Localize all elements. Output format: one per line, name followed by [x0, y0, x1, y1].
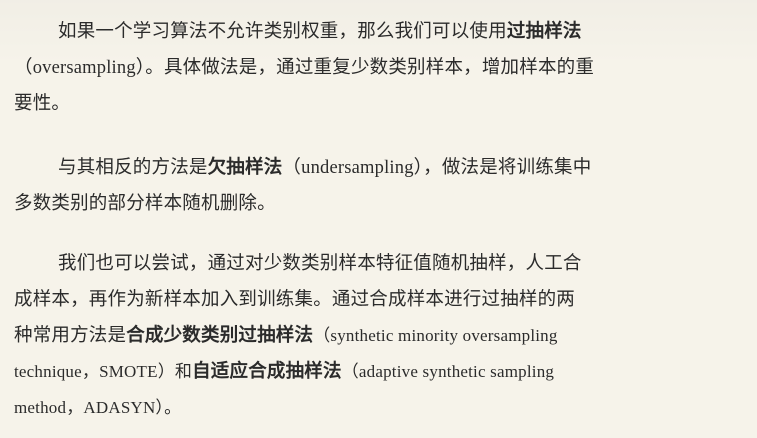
document-page: 如果一个学习算法不允许类别权重，那么我们可以使用过抽样法 （oversampli…: [0, 0, 757, 438]
text-run: 成样本，再作为新样本加入到训练集。通过合成样本进行过抽样的两: [14, 289, 576, 310]
text-run: （adaptive synthetic sampling: [341, 362, 555, 381]
text-line: 如果一个学习算法不允许类别权重，那么我们可以使用过抽样法: [14, 14, 746, 50]
paragraph-undersampling: 与其相反的方法是欠抽样法（undersampling），做法是将训练集中 多数类…: [14, 150, 746, 222]
text-run: technique，SMOTE）和: [14, 362, 193, 381]
text-line: 多数类别的部分样本随机删除。: [14, 186, 746, 222]
text-line: technique，SMOTE）和自适应合成抽样法（adaptive synth…: [14, 354, 746, 390]
text-run: 与其相反的方法是: [58, 157, 208, 178]
text-line: 成样本，再作为新样本加入到训练集。通过合成样本进行过抽样的两: [14, 282, 746, 318]
text-run: （synthetic minority oversampling: [313, 326, 558, 345]
text-run: 如果一个学习算法不允许类别权重，那么我们可以使用: [58, 21, 507, 42]
paragraph-synthetic-sampling: 我们也可以尝试，通过对少数类别样本特征值随机抽样，人工合 成样本，再作为新样本加…: [14, 246, 746, 426]
text-line: 要性。: [14, 86, 746, 122]
text-line: 我们也可以尝试，通过对少数类别样本特征值随机抽样，人工合: [14, 246, 746, 282]
text-line: （oversampling）。具体做法是，通过重复少数类别样本，增加样本的重: [14, 50, 746, 86]
text-run: （undersampling），做法是将训练集中: [282, 158, 592, 178]
text-run: （oversampling）。具体做法是，通过重复少数类别样本，增加样本的重: [14, 58, 595, 78]
text-line: method，ADASYN）。: [14, 390, 746, 426]
text-run: 我们也可以尝试，通过对少数类别样本特征值随机抽样，人工合: [58, 253, 582, 274]
term-adasyn: 自适应合成抽样法: [192, 361, 342, 382]
text-line: 与其相反的方法是欠抽样法（undersampling），做法是将训练集中: [14, 150, 746, 186]
term-oversampling: 过抽样法: [506, 21, 582, 42]
term-undersampling: 欠抽样法: [207, 157, 283, 178]
text-run: 多数类别的部分样本随机删除。: [14, 193, 276, 214]
paragraph-oversampling: 如果一个学习算法不允许类别权重，那么我们可以使用过抽样法 （oversampli…: [14, 14, 746, 122]
text-run: 种常用方法是: [14, 325, 127, 346]
term-smote: 合成少数类别过抽样法: [126, 325, 314, 346]
text-run: 要性。: [14, 93, 71, 114]
text-run: method，ADASYN）。: [14, 398, 182, 417]
text-line: 种常用方法是合成少数类别过抽样法（synthetic minority over…: [14, 318, 746, 354]
